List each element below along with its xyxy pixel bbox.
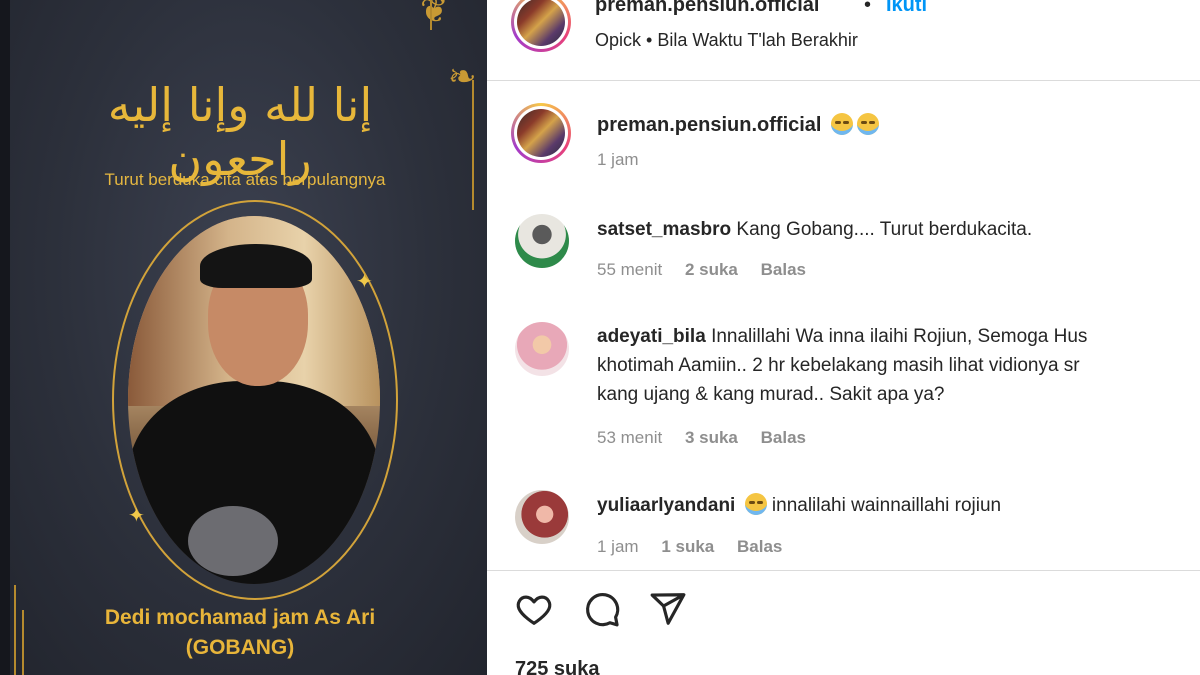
ornament-top-right-icon: ❦: [420, 0, 449, 30]
comment-likes[interactable]: 1 suka: [661, 537, 714, 556]
portrait-photo: [128, 216, 380, 584]
comment-avatar[interactable]: [515, 490, 569, 544]
comment-time: 55 menit: [597, 260, 663, 279]
heart-icon[interactable]: [515, 590, 553, 628]
condolence-text: Turut berduka cita atas berpulangnya: [104, 170, 386, 189]
header-separator: •: [864, 0, 872, 16]
crying-emoji-icon: [831, 113, 854, 135]
comment-body: innalilahi wainnaillahi rojiun: [771, 495, 1002, 516]
comment-body: Kang Gobang.... Turut berdukacita.: [736, 219, 1033, 240]
share-icon[interactable]: [649, 590, 687, 628]
comment-text: satset_masbro Kang Gobang.... Turut berd…: [597, 215, 1032, 244]
caption-line: preman.pensiun.official: [597, 113, 880, 137]
music-info[interactable]: Opick • Bila Waktu T'lah Berakhir: [595, 30, 858, 51]
sparkle-icon: ✦: [356, 271, 373, 293]
comment-body-line: khotimah Aamiin.. 2 hr kebelakang masih …: [597, 355, 1080, 376]
comment-avatar[interactable]: [515, 322, 569, 376]
comment-meta: 1 jam 1 suka Balas: [597, 537, 800, 557]
comment-username[interactable]: yuliaarlyandani: [597, 495, 735, 516]
comment-username[interactable]: adeyati_bila: [597, 326, 706, 347]
sad-emoji-icon: [744, 493, 767, 515]
actions-divider: [487, 570, 1200, 571]
deceased-nickname: (GOBANG): [185, 636, 295, 659]
reply-button[interactable]: Balas: [761, 428, 806, 447]
reply-button[interactable]: Balas: [737, 537, 782, 556]
ornament-line-bottom-left: [14, 585, 16, 675]
ornament-line-right: [472, 80, 474, 210]
ornament-line-bottom-left-2: [22, 610, 24, 675]
ornament-line-top: [430, 0, 432, 30]
deceased-name: Dedi mochamad jam As Ari (GOBANG): [40, 603, 440, 663]
sparkle-icon: ✦: [128, 505, 145, 527]
follow-button[interactable]: Ikuti: [886, 0, 927, 17]
comment-icon[interactable]: [583, 590, 621, 628]
caption-time: 1 jam: [597, 150, 639, 169]
comment-time: 1 jam: [597, 537, 639, 556]
comment-username[interactable]: satset_masbro: [597, 219, 731, 240]
comment-text: yuliaarlyandani innalilahi wainnaillahi …: [597, 491, 1001, 520]
comment-meta: 53 menit 3 suka Balas: [597, 428, 824, 448]
header-username[interactable]: preman.pensiun.official: [595, 0, 819, 17]
post-sidebar: preman.pensiun.official • Ikuti Opick • …: [487, 0, 1200, 675]
profile-avatar[interactable]: [511, 0, 571, 52]
comment-likes[interactable]: 3 suka: [685, 428, 738, 447]
post-image: ❦ ❧ إنا لله وإنا إليه راجعون Turut berdu…: [0, 0, 487, 675]
likes-count[interactable]: 725 suka: [515, 658, 600, 675]
deceased-name-text: Dedi mochamad jam As Ari: [104, 606, 376, 629]
comment-text: adeyati_bila Innalillahi Wa inna ilaihi …: [597, 322, 1087, 409]
comment-meta: 55 menit 2 suka Balas: [597, 260, 824, 280]
comment-time: 53 menit: [597, 428, 663, 447]
comment-body-line: kang ujang & kang murad.. Sakit apa ya?: [597, 384, 945, 405]
crying-emoji-icon: [857, 113, 880, 135]
comment-likes[interactable]: 2 suka: [685, 260, 738, 279]
comment-avatar[interactable]: [515, 214, 569, 268]
header-divider: [487, 80, 1200, 81]
caption-avatar[interactable]: [511, 103, 571, 163]
caption-username[interactable]: preman.pensiun.official: [597, 114, 821, 136]
image-edge: [0, 0, 10, 675]
comment-body: Innalillahi Wa inna ilaihi Rojiun, Semog…: [711, 326, 1088, 347]
reply-button[interactable]: Balas: [761, 260, 806, 279]
